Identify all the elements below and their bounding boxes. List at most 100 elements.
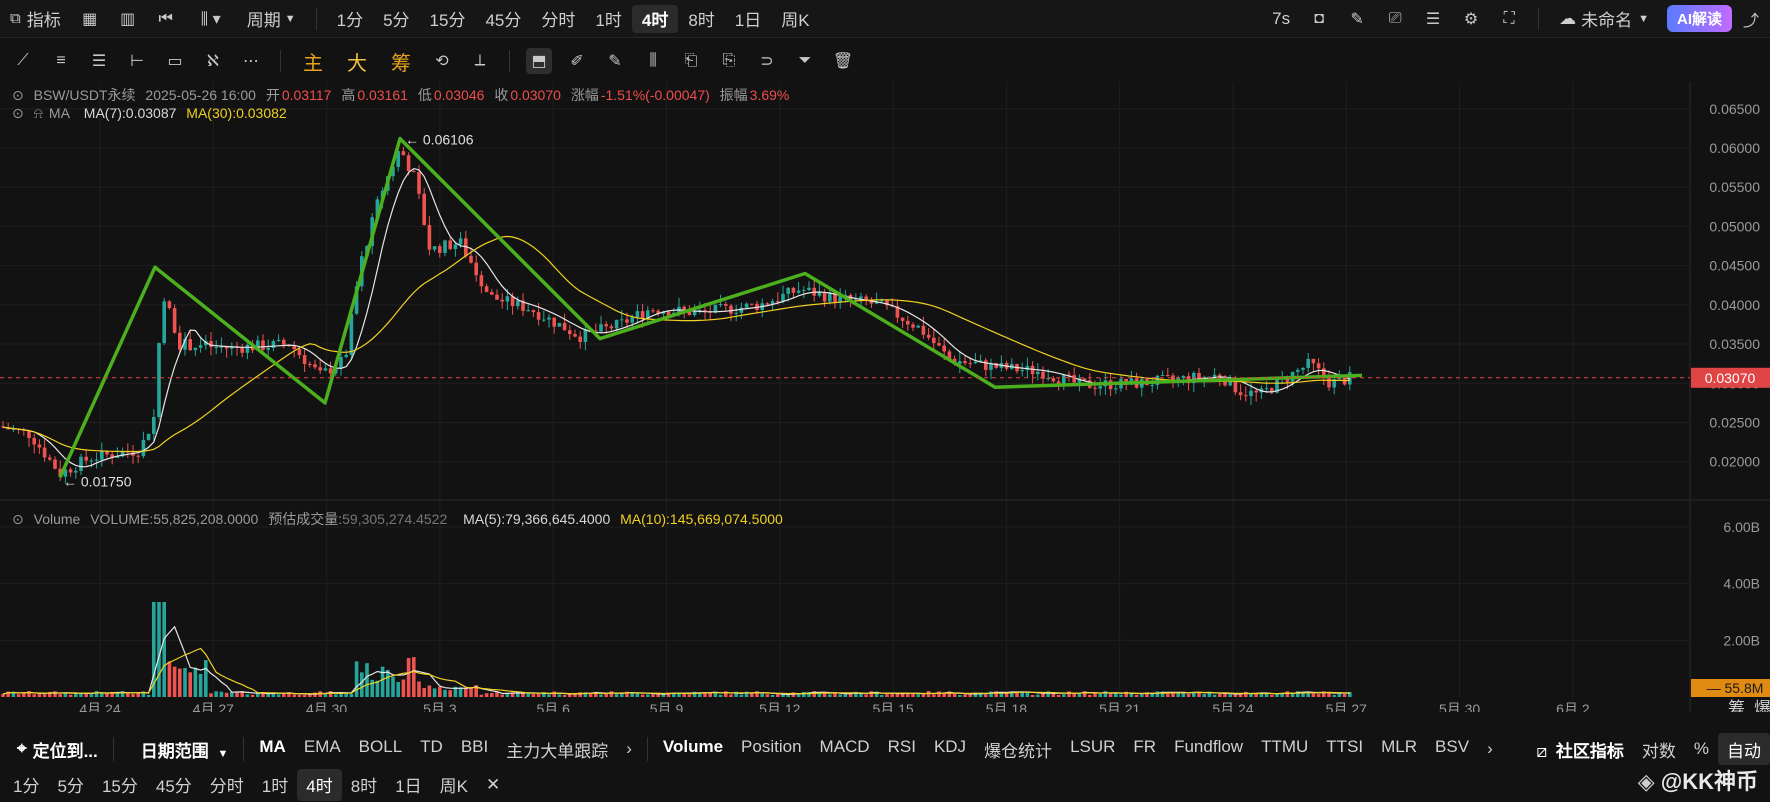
timeframe-tab-4[interactable]: 分时 bbox=[531, 5, 585, 33]
sub-indicator-2[interactable]: MACD bbox=[811, 737, 879, 762]
main-indicator-4[interactable]: BBI bbox=[452, 737, 497, 762]
bottom-timeframe-tab-8[interactable]: 1日 bbox=[386, 769, 430, 801]
sub-indicator-7[interactable]: FR bbox=[1124, 737, 1165, 762]
more-icon[interactable]: ⋯ bbox=[238, 48, 264, 74]
magnet-icon[interactable]: ⊃ bbox=[754, 48, 780, 74]
tool-big[interactable]: 大 bbox=[335, 47, 379, 76]
timeframe-tab-9[interactable]: 周K bbox=[771, 5, 819, 33]
bell-icon[interactable]: ⍾ bbox=[34, 105, 43, 121]
candle-body bbox=[292, 346, 296, 350]
bottom-timeframe-tab-1[interactable]: 5分 bbox=[48, 769, 92, 801]
settings-icon[interactable]: ⚙ bbox=[1458, 6, 1484, 32]
ruler-icon[interactable]: ✐ bbox=[564, 48, 590, 74]
timeframe-tab-6[interactable]: 4时 bbox=[631, 4, 679, 33]
filter-icon[interactable]: ⏷ bbox=[792, 48, 818, 74]
candle-body bbox=[1254, 390, 1258, 393]
indicators-button[interactable]: ⧉ 指标 bbox=[0, 5, 71, 33]
timeframe-tab-0[interactable]: 1分 bbox=[327, 5, 373, 33]
ai-analysis-button[interactable]: AI解读 bbox=[1666, 5, 1732, 32]
sub-indicator-8[interactable]: Fundflow bbox=[1165, 737, 1252, 762]
camera-icon[interactable]: ◘ bbox=[1306, 6, 1332, 32]
list-icon[interactable]: ☰ bbox=[1420, 6, 1446, 32]
candles-icon[interactable]: ⫼ bbox=[640, 48, 666, 74]
edit-note-icon[interactable]: ⎘ bbox=[716, 48, 742, 74]
tool-chip[interactable]: 筹 bbox=[379, 47, 423, 76]
sub-indicator-10[interactable]: TTSI bbox=[1317, 737, 1372, 762]
period-dropdown[interactable]: 周期 ▼ bbox=[237, 5, 306, 33]
collapse-icon[interactable]: ⊙ bbox=[12, 87, 24, 103]
main-indicator-2[interactable]: BOLL bbox=[350, 737, 411, 762]
collapse-icon[interactable]: ⊙ bbox=[12, 105, 24, 121]
clipboard-icon[interactable]: ⎗ bbox=[678, 48, 704, 74]
measure-icon[interactable]: ⟂ bbox=[467, 48, 493, 74]
timeframe-tab-7[interactable]: 8时 bbox=[678, 5, 724, 33]
sub-indicator-11[interactable]: MLR bbox=[1372, 737, 1426, 762]
price-chart[interactable]: 0.06500 0.06000 0.05500 0.05000 0.04500 0.040… bbox=[0, 82, 1770, 719]
timeframe-tab-1[interactable]: 5分 bbox=[373, 5, 419, 33]
fibonacci-icon[interactable]: ℵ bbox=[200, 48, 226, 74]
share-icon[interactable]: ⤴ bbox=[1738, 6, 1764, 32]
candle-body bbox=[27, 430, 31, 439]
bottom-timeframe-tab-5[interactable]: 1时 bbox=[253, 769, 297, 801]
note-icon[interactable]: ⎚ bbox=[1382, 6, 1408, 32]
timeframe-tab-3[interactable]: 45分 bbox=[475, 5, 531, 33]
layout-icon[interactable]: ▥ bbox=[115, 6, 141, 32]
parallel-lines-icon[interactable]: ≡ bbox=[48, 48, 74, 74]
sub-indicator-0[interactable]: Volume bbox=[654, 737, 732, 762]
sub-indicator-4[interactable]: KDJ bbox=[925, 737, 975, 762]
sub-indicator-12[interactable]: BSV bbox=[1426, 737, 1478, 762]
main-indicator-0[interactable]: MA bbox=[250, 737, 294, 762]
bottom-timeframe-tab-2[interactable]: 15分 bbox=[93, 769, 147, 801]
axis-burst-label[interactable]: 爆 bbox=[1754, 699, 1770, 719]
fullscreen-icon[interactable]: ⛶ bbox=[1496, 6, 1522, 32]
close-icon[interactable]: ✕ bbox=[477, 775, 509, 795]
pencil-icon[interactable]: ✎ bbox=[1344, 6, 1370, 32]
trash-icon[interactable]: 🗑 bbox=[830, 48, 856, 74]
timeframe-tab-5[interactable]: 1时 bbox=[585, 5, 631, 33]
trend-line-icon[interactable]: ⟋ bbox=[10, 48, 36, 74]
rectangle-icon[interactable]: ▭ bbox=[162, 48, 188, 74]
sync-icon[interactable]: ⟲ bbox=[429, 48, 455, 74]
zigzag-drawing[interactable] bbox=[58, 136, 1363, 479]
chevron-right-icon[interactable]: › bbox=[617, 739, 641, 759]
brush-icon[interactable]: ✎ bbox=[602, 48, 628, 74]
log-scale-toggle[interactable]: 对数 bbox=[1633, 737, 1685, 762]
main-indicator-5[interactable]: 主力大单跟踪 bbox=[497, 737, 617, 762]
timeframe-tab-2[interactable]: 15分 bbox=[420, 5, 476, 33]
bottom-timeframe-tab-0[interactable]: 1分 bbox=[4, 769, 48, 801]
layout-name-dropdown[interactable]: ☁ 未命名 ▼ bbox=[1549, 5, 1659, 33]
bottom-timeframe-tab-7[interactable]: 8时 bbox=[342, 769, 386, 801]
candle-type-icon[interactable]: ⫼ ▾ bbox=[191, 6, 231, 32]
candle-body bbox=[750, 303, 754, 305]
auto-scale-toggle[interactable]: 自动 bbox=[1718, 733, 1770, 765]
horizontal-lines-icon[interactable]: ☰ bbox=[86, 48, 112, 74]
horizontal-ray-icon[interactable]: ⊢ bbox=[124, 48, 150, 74]
bottom-timeframe-tab-3[interactable]: 45分 bbox=[147, 769, 201, 801]
sub-indicator-9[interactable]: TTMU bbox=[1252, 737, 1317, 762]
rewind-icon[interactable]: ⏮ bbox=[153, 6, 179, 32]
locate-button[interactable]: ⌖ 定位到... bbox=[0, 737, 107, 762]
date-range-dropdown[interactable]: 日期范围 ▼ bbox=[132, 737, 238, 762]
bottom-timeframe-tab-9[interactable]: 周K bbox=[431, 769, 477, 801]
tool-main[interactable]: 主 bbox=[291, 47, 335, 76]
calendar-icon[interactable]: ▦ bbox=[77, 6, 103, 32]
axis-chip-label[interactable]: 筹 bbox=[1728, 699, 1745, 719]
bookmark-icon[interactable]: ⬒ bbox=[526, 48, 552, 74]
percent-scale-toggle[interactable]: % bbox=[1685, 739, 1718, 759]
main-indicator-3[interactable]: TD bbox=[411, 737, 452, 762]
refresh-interval[interactable]: 7s bbox=[1262, 5, 1300, 33]
main-indicator-1[interactable]: EMA bbox=[295, 737, 350, 762]
chart-canvas[interactable]: 0.06500 0.06000 0.05500 0.05000 0.04500 0.040… bbox=[0, 82, 1770, 719]
sub-indicator-5[interactable]: 爆仓统计 bbox=[975, 737, 1061, 762]
sub-indicator-6[interactable]: LSUR bbox=[1061, 737, 1124, 762]
collapse-icon[interactable]: ⊙ bbox=[12, 511, 24, 527]
sub-indicator-1[interactable]: Position bbox=[732, 737, 810, 762]
volume-bar bbox=[916, 694, 920, 697]
chevron-right-icon[interactable]: › bbox=[1478, 739, 1502, 759]
bottom-timeframe-tab-6[interactable]: 4时 bbox=[297, 768, 342, 801]
bottom-timeframe-tab-4[interactable]: 分时 bbox=[201, 769, 253, 801]
community-indicators-button[interactable]: ⧄ 社区指标 bbox=[1527, 737, 1633, 762]
timeframe-tab-8[interactable]: 1日 bbox=[725, 5, 771, 33]
sub-indicator-3[interactable]: RSI bbox=[879, 737, 925, 762]
volume-bar bbox=[1186, 693, 1191, 697]
